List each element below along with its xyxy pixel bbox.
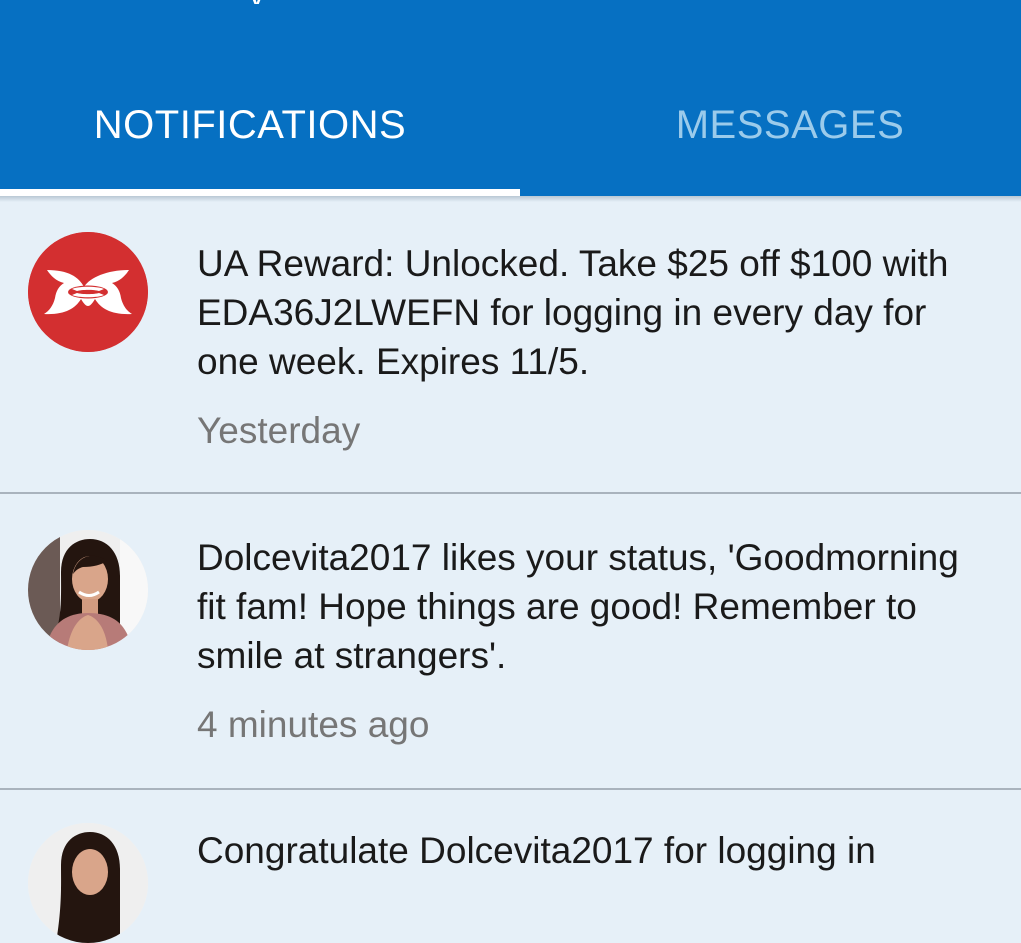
active-tab-indicator	[0, 189, 520, 196]
notification-item[interactable]: UA Reward: Unlocked. Take $25 off $100 w…	[0, 196, 1021, 494]
notification-text: Dolcevita2017 likes your status, 'Goodmo…	[197, 537, 959, 676]
tab-messages[interactable]: MESSAGES	[540, 100, 1021, 150]
tab-notifications-label: NOTIFICATIONS	[93, 103, 407, 147]
tab-notifications[interactable]: NOTIFICATIONS	[0, 100, 500, 150]
notification-item[interactable]: Congratulate Dolcevita2017 for logging i…	[0, 790, 1021, 943]
notification-list: UA Reward: Unlocked. Take $25 off $100 w…	[0, 196, 1021, 943]
app-header: y NOTIFICATIONS MESSAGES	[0, 0, 1021, 196]
tab-messages-label: MESSAGES	[675, 103, 905, 147]
notification-text: UA Reward: Unlocked. Take $25 off $100 w…	[197, 243, 949, 382]
notification-timestamp: 4 minutes ago	[197, 704, 430, 745]
notification-timestamp: Yesterday	[197, 410, 361, 451]
page-title: y	[248, 0, 270, 4]
user-avatar[interactable]	[28, 530, 148, 650]
notification-item[interactable]: Dolcevita2017 likes your status, 'Goodmo…	[0, 494, 1021, 790]
user-avatar[interactable]	[28, 823, 148, 943]
notification-text: Congratulate Dolcevita2017 for logging i…	[197, 830, 876, 871]
under-armour-logo-icon	[28, 232, 148, 352]
